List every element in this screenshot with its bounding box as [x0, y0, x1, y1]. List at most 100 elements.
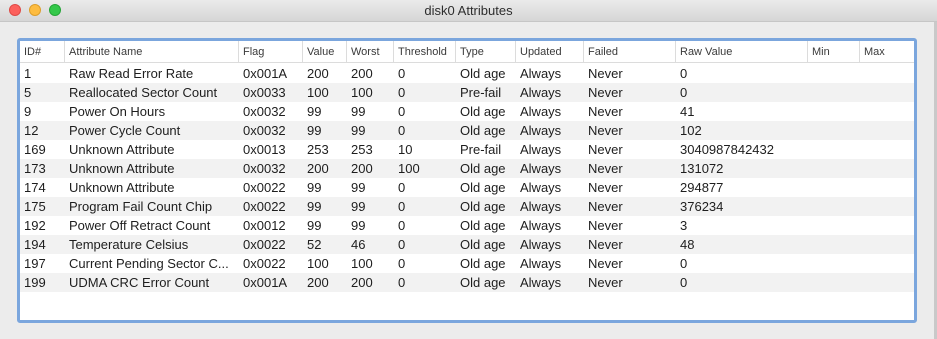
table-row[interactable]: 169 Unknown Attribute 0x0013 253 253 10 … — [20, 140, 914, 159]
cell-name: Program Fail Count Chip — [69, 199, 213, 214]
cell-updated: Always — [520, 66, 562, 81]
cell-worst: 99 — [351, 123, 366, 138]
cell-raw-value: 0 — [680, 85, 688, 100]
cell-id: 173 — [24, 161, 46, 176]
cell-threshold: 0 — [398, 180, 406, 195]
cell-type: Pre-fail — [460, 85, 502, 100]
column-header-min[interactable]: Min — [808, 41, 860, 63]
column-header-type[interactable]: Type — [456, 41, 516, 63]
cell-value: 253 — [307, 142, 329, 157]
cell-value: 100 — [307, 256, 329, 271]
cell-flag: 0x001A — [243, 275, 288, 290]
cell-raw-value: 376234 — [680, 199, 724, 214]
cell-updated: Always — [520, 275, 562, 290]
column-header-threshold[interactable]: Threshold — [394, 41, 456, 63]
table-row[interactable]: 173 Unknown Attribute 0x0032 200 200 100… — [20, 159, 914, 178]
window-title: disk0 Attributes — [424, 3, 513, 18]
cell-type: Old age — [460, 218, 506, 233]
cell-failed: Never — [588, 199, 623, 214]
cell-value: 99 — [307, 180, 322, 195]
cell-threshold: 0 — [398, 256, 406, 271]
column-header-max[interactable]: Max — [860, 41, 914, 63]
table-row[interactable]: 9 Power On Hours 0x0032 99 99 0 Old age … — [20, 102, 914, 121]
cell-flag: 0x001A — [243, 66, 288, 81]
cell-type: Pre-fail — [460, 142, 502, 157]
cell-worst: 200 — [351, 161, 373, 176]
cell-worst: 99 — [351, 180, 366, 195]
table-row[interactable]: 12 Power Cycle Count 0x0032 99 99 0 Old … — [20, 121, 914, 140]
cell-failed: Never — [588, 66, 623, 81]
cell-id: 5 — [24, 85, 32, 100]
cell-id: 169 — [24, 142, 46, 157]
title-bar[interactable]: disk0 Attributes — [0, 0, 937, 22]
cell-failed: Never — [588, 142, 623, 157]
cell-type: Old age — [460, 180, 506, 195]
column-header-id[interactable]: ID# — [20, 41, 65, 63]
cell-type: Old age — [460, 161, 506, 176]
cell-name: Raw Read Error Rate — [69, 66, 194, 81]
cell-id: 12 — [24, 123, 39, 138]
table-row[interactable]: 194 Temperature Celsius 0x0022 52 46 0 O… — [20, 235, 914, 254]
cell-raw-value: 0 — [680, 66, 688, 81]
cell-updated: Always — [520, 161, 562, 176]
cell-name: Unknown Attribute — [69, 161, 175, 176]
cell-raw-value: 102 — [680, 123, 702, 138]
cell-flag: 0x0022 — [243, 237, 286, 252]
cell-raw-value: 3040987842432 — [680, 142, 774, 157]
cell-worst: 200 — [351, 66, 373, 81]
column-header-worst[interactable]: Worst — [347, 41, 394, 63]
cell-raw-value: 0 — [680, 256, 688, 271]
column-header-failed[interactable]: Failed — [584, 41, 676, 63]
cell-value: 99 — [307, 218, 322, 233]
attributes-table[interactable]: ID# Attribute Name Flag Value Worst Thre… — [17, 38, 917, 323]
column-header-updated[interactable]: Updated — [516, 41, 584, 63]
cell-threshold: 0 — [398, 237, 406, 252]
cell-id: 199 — [24, 275, 46, 290]
cell-threshold: 0 — [398, 104, 406, 119]
cell-name: Unknown Attribute — [69, 142, 175, 157]
cell-flag: 0x0013 — [243, 142, 286, 157]
table-row[interactable]: 175 Program Fail Count Chip 0x0022 99 99… — [20, 197, 914, 216]
cell-updated: Always — [520, 85, 562, 100]
cell-threshold: 100 — [398, 161, 420, 176]
table-row[interactable]: 192 Power Off Retract Count 0x0012 99 99… — [20, 216, 914, 235]
table-row[interactable]: 1 Raw Read Error Rate 0x001A 200 200 0 O… — [20, 64, 914, 83]
table-row[interactable]: 5 Reallocated Sector Count 0x0033 100 10… — [20, 83, 914, 102]
cell-id: 175 — [24, 199, 46, 214]
cell-updated: Always — [520, 237, 562, 252]
column-header-value[interactable]: Value — [303, 41, 347, 63]
cell-failed: Never — [588, 123, 623, 138]
cell-threshold: 0 — [398, 199, 406, 214]
table-row[interactable]: 197 Current Pending Sector C... 0x0022 1… — [20, 254, 914, 273]
cell-failed: Never — [588, 104, 623, 119]
cell-raw-value: 41 — [680, 104, 695, 119]
table-body: 1 Raw Read Error Rate 0x001A 200 200 0 O… — [20, 64, 914, 292]
column-header-flag[interactable]: Flag — [239, 41, 303, 63]
attributes-window: disk0 Attributes ID# Attribute Name Flag… — [0, 0, 937, 339]
cell-flag: 0x0022 — [243, 180, 286, 195]
table-row[interactable]: 199 UDMA CRC Error Count 0x001A 200 200 … — [20, 273, 914, 292]
cell-name: Reallocated Sector Count — [69, 85, 218, 100]
cell-worst: 99 — [351, 218, 366, 233]
table-row[interactable]: 174 Unknown Attribute 0x0022 99 99 0 Old… — [20, 178, 914, 197]
cell-name: UDMA CRC Error Count — [69, 275, 210, 290]
cell-flag: 0x0012 — [243, 218, 286, 233]
cell-value: 99 — [307, 123, 322, 138]
column-header-raw-value[interactable]: Raw Value — [676, 41, 808, 63]
column-header-name[interactable]: Attribute Name — [65, 41, 239, 63]
cell-raw-value: 294877 — [680, 180, 724, 195]
cell-flag: 0x0033 — [243, 85, 286, 100]
cell-raw-value: 131072 — [680, 161, 724, 176]
cell-worst: 99 — [351, 104, 366, 119]
cell-value: 200 — [307, 66, 329, 81]
cell-updated: Always — [520, 199, 562, 214]
cell-updated: Always — [520, 123, 562, 138]
cell-updated: Always — [520, 218, 562, 233]
cell-worst: 100 — [351, 85, 373, 100]
cell-id: 174 — [24, 180, 46, 195]
cell-value: 100 — [307, 85, 329, 100]
cell-threshold: 0 — [398, 123, 406, 138]
cell-flag: 0x0032 — [243, 161, 286, 176]
cell-updated: Always — [520, 180, 562, 195]
cell-type: Old age — [460, 66, 506, 81]
